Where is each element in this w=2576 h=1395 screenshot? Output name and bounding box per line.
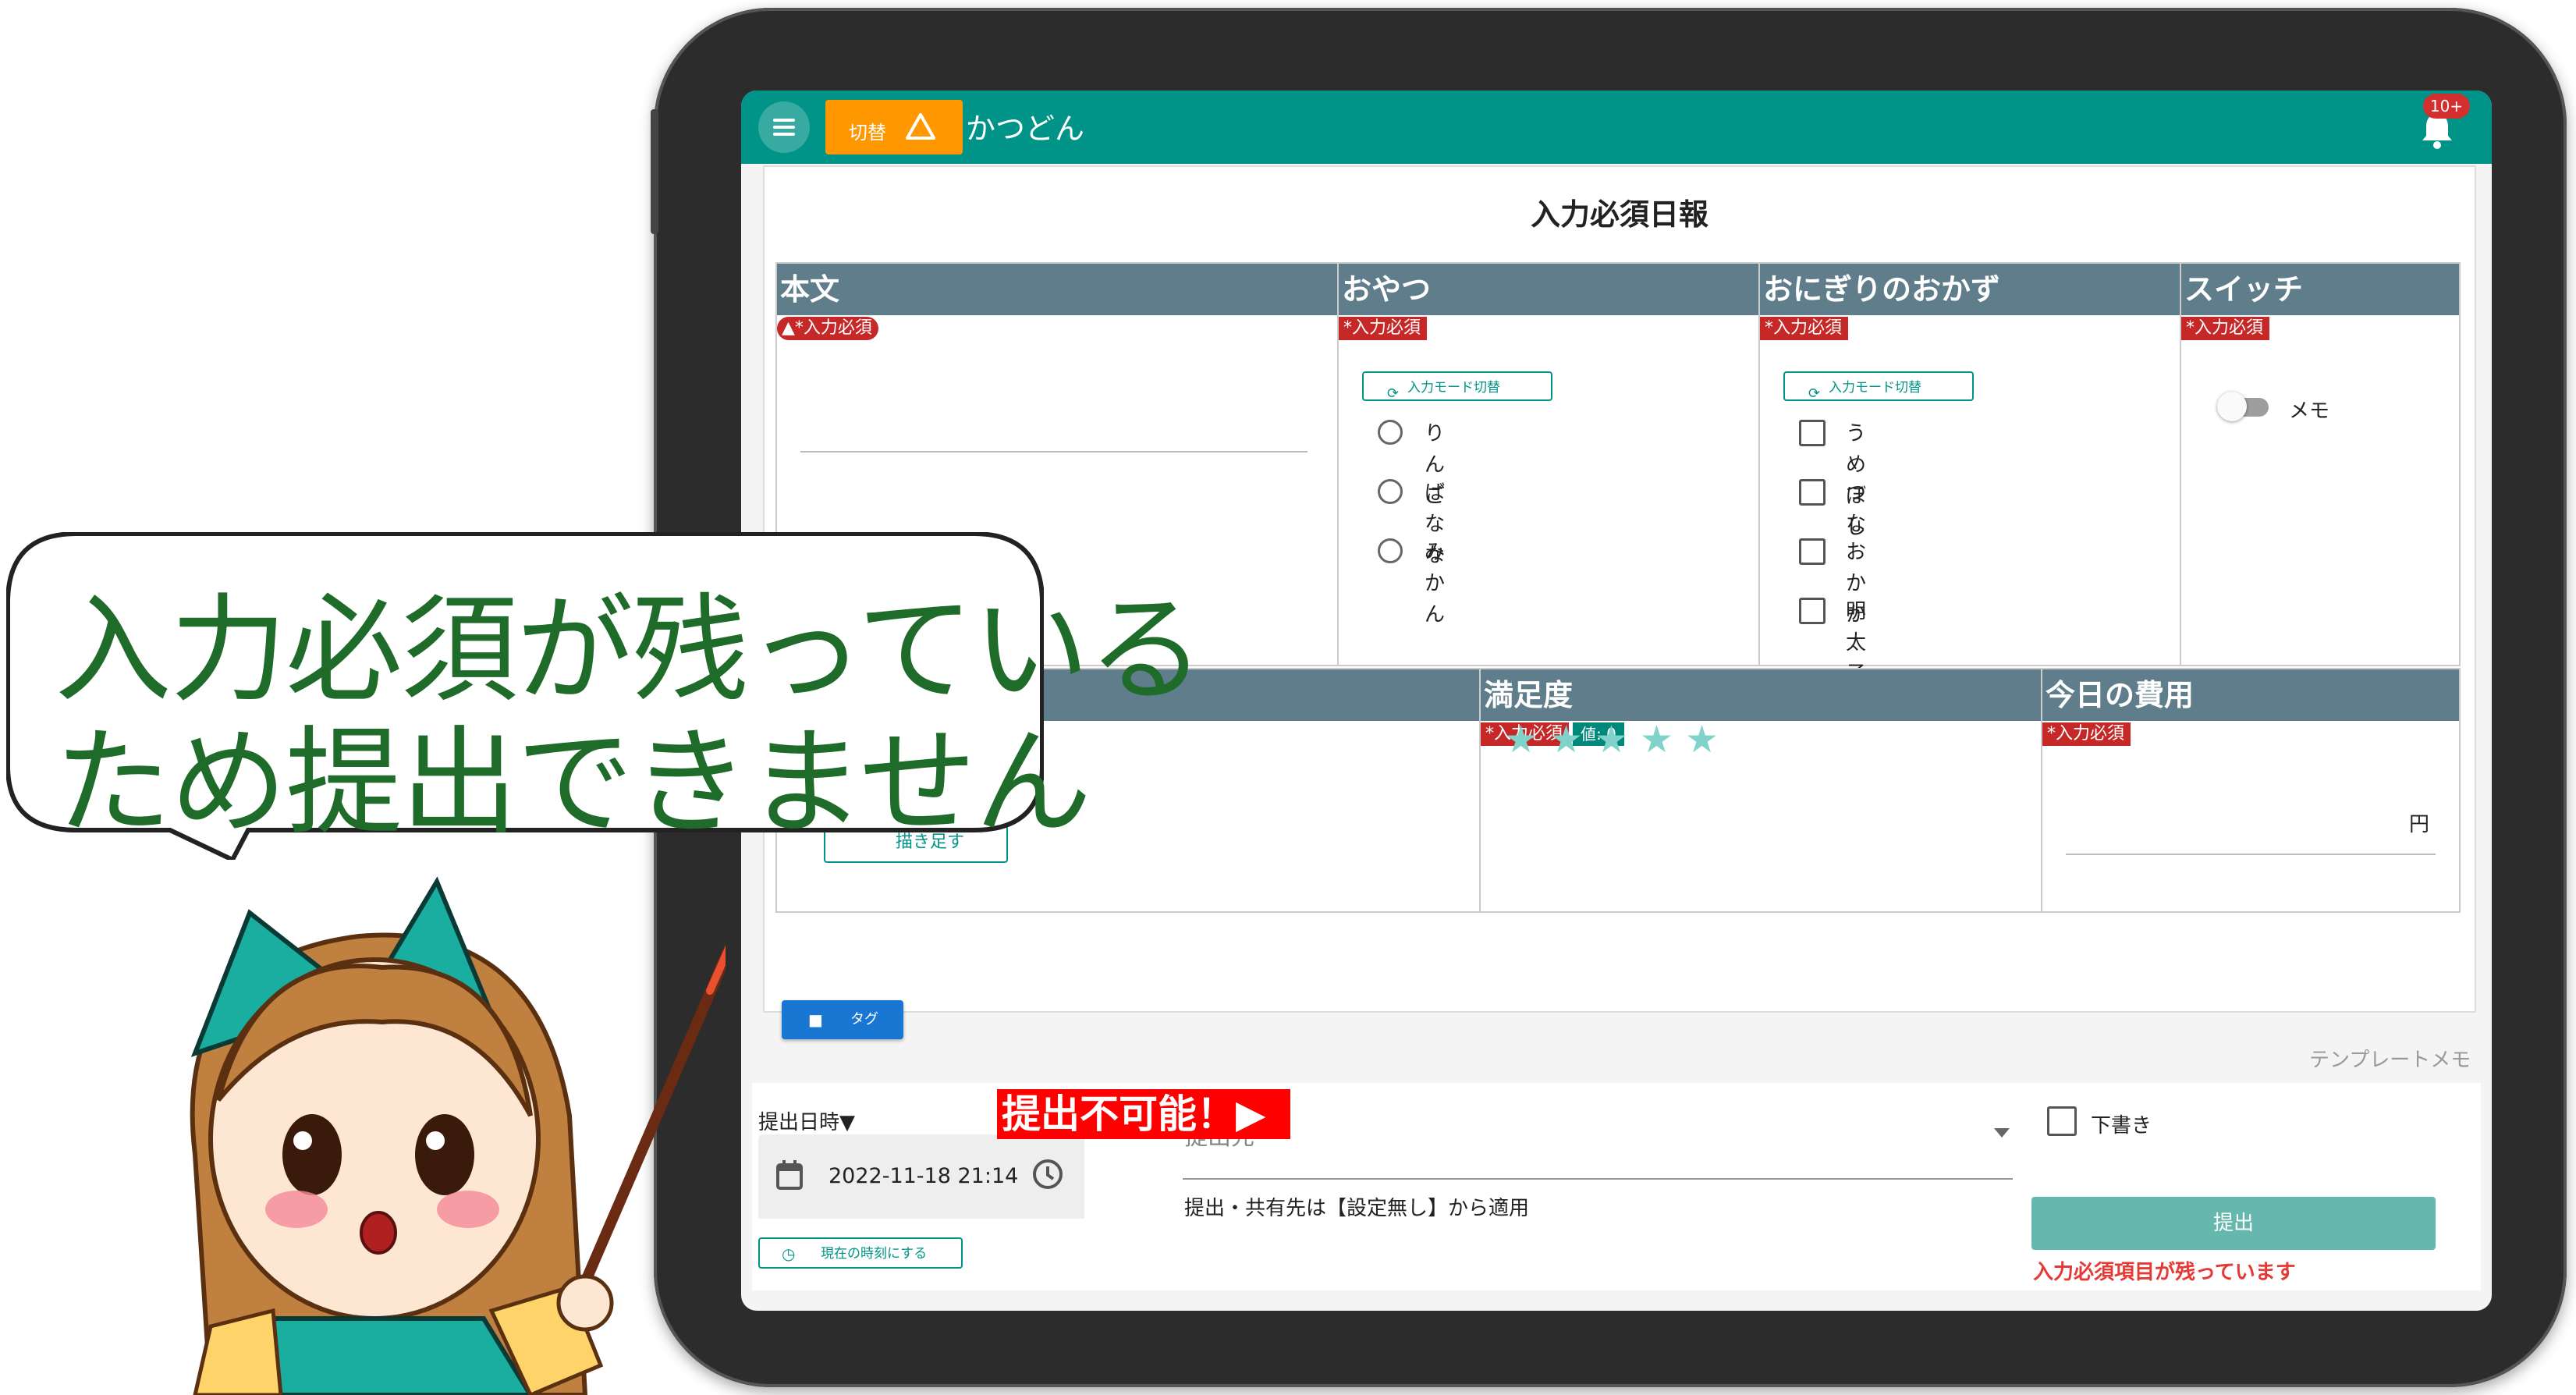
required-badge: *入力必須: [1760, 317, 1849, 340]
datetime-field[interactable]: 2022-11-18 21:14: [758, 1134, 1084, 1219]
clock-icon[interactable]: [1031, 1158, 1064, 1191]
radio-icon: [1378, 538, 1403, 563]
mode-switch-label: 入力モード切替: [1407, 380, 1500, 396]
cost-input[interactable]: [2066, 854, 2436, 855]
notification-badge: 10+: [2423, 94, 2470, 119]
field-label: 本文: [777, 264, 1337, 315]
honbun-input[interactable]: [800, 451, 1308, 453]
hamburger-menu-icon[interactable]: [758, 101, 810, 153]
field-label: おにぎりのおかず: [1760, 264, 2180, 315]
refresh-icon: ⟳: [1808, 385, 1821, 402]
warning-triangle-icon: [906, 113, 935, 140]
star-icon[interactable]: ★: [1640, 718, 1673, 761]
field-switch: スイッチ *入力必須 メモ: [2180, 262, 2461, 666]
star-icon[interactable]: ★: [1685, 718, 1719, 761]
submit-error: 入力必須項目が残っています: [2033, 1261, 2296, 1284]
refresh-icon: ⟳: [1387, 385, 1400, 402]
tag-button[interactable]: ■ タグ: [782, 1000, 903, 1039]
set-now-label: 現在の時刻にする: [821, 1246, 928, 1262]
set-now-button[interactable]: ◷ 現在の時刻にする: [758, 1237, 963, 1269]
destination-underline: [1183, 1178, 2013, 1180]
field-oyatsu: おやつ *入力必須 ⟳ 入力モード切替 りんご ばなな みかん: [1337, 262, 1760, 666]
template-memo-link[interactable]: テンプレートメモ: [2309, 1044, 2471, 1073]
checkbox-icon: [1799, 598, 1826, 624]
option-label: みかん: [1425, 541, 1446, 627]
speech-bubble: 入力必須が残っている ため提出できません: [6, 532, 1205, 860]
checkbox-icon: [1799, 538, 1826, 565]
submit-impossible-banner: 提出不可能！▶: [997, 1089, 1290, 1139]
checkbox-icon: [1799, 479, 1826, 506]
required-badge: ▲*入力必須: [777, 317, 878, 340]
star-icon[interactable]: ★: [1504, 718, 1538, 761]
checkbox-icon: [1799, 420, 1826, 446]
clock-icon: ◷: [782, 1244, 796, 1263]
mode-switch-button[interactable]: ⟳ 入力モード切替: [1362, 371, 1552, 402]
date-label[interactable]: 提出日時▼: [758, 1106, 855, 1135]
toggle-knob[interactable]: [2217, 392, 2247, 421]
field-label: 今日の費用: [2042, 669, 2459, 721]
field-hiyou: 今日の費用 *入力必須 円: [2041, 668, 2461, 913]
trash-icon: ■: [808, 1010, 823, 1029]
required-badge: *入力必須: [1339, 317, 1428, 340]
switch-memo-label: メモ: [2289, 399, 2330, 423]
draft-label: 下書き: [2091, 1114, 2152, 1138]
app-bar: 切替 かつどん 10+: [741, 91, 2492, 164]
field-label: おやつ: [1339, 264, 1758, 315]
currency-unit: 円: [2409, 813, 2430, 836]
girl-character-illustration: [190, 876, 726, 1395]
calendar-icon: [776, 1160, 803, 1190]
required-badge: *入力必須: [2042, 722, 2131, 746]
field-label: 満足度: [1481, 669, 2041, 721]
draft-checkbox[interactable]: [2047, 1106, 2077, 1136]
field-label: スイッチ: [2181, 264, 2459, 315]
destination-note: 提出・共有先は【設定無し】から適用: [1184, 1197, 1530, 1220]
radio-icon: [1378, 479, 1403, 504]
tablet-side-button: [651, 109, 658, 234]
datetime-value: 2022-11-18 21:14: [829, 1164, 1019, 1188]
chevron-down-icon[interactable]: [1994, 1128, 2010, 1138]
star-icon[interactable]: ★: [1595, 718, 1628, 761]
option-label: つな: [1846, 481, 1867, 536]
switch-button-label: 切替: [849, 122, 886, 144]
field-onigiri: おにぎりのおかず *入力必須 ⟳入力モード切替 うめぼし つな おかか 明太子: [1758, 262, 2181, 686]
app-title: かつどん: [966, 112, 1085, 146]
radio-icon: [1378, 420, 1403, 445]
form-title: 入力必須日報: [1530, 197, 1708, 232]
mode-switch-button[interactable]: ⟳ 入力モード切替: [1783, 371, 1974, 402]
tag-button-label: タグ: [850, 1011, 878, 1028]
mode-switch-label: 入力モード切替: [1829, 380, 1921, 396]
field-manzokudo: 満足度 *入力必須 値: 0 ★ ★ ★ ★ ★: [1479, 668, 2042, 913]
switch-button[interactable]: 切替: [825, 100, 963, 154]
star-icon[interactable]: ★: [1549, 718, 1583, 761]
submit-button[interactable]: 提出: [2031, 1197, 2436, 1250]
required-badge: *入力必須: [2181, 317, 2270, 340]
